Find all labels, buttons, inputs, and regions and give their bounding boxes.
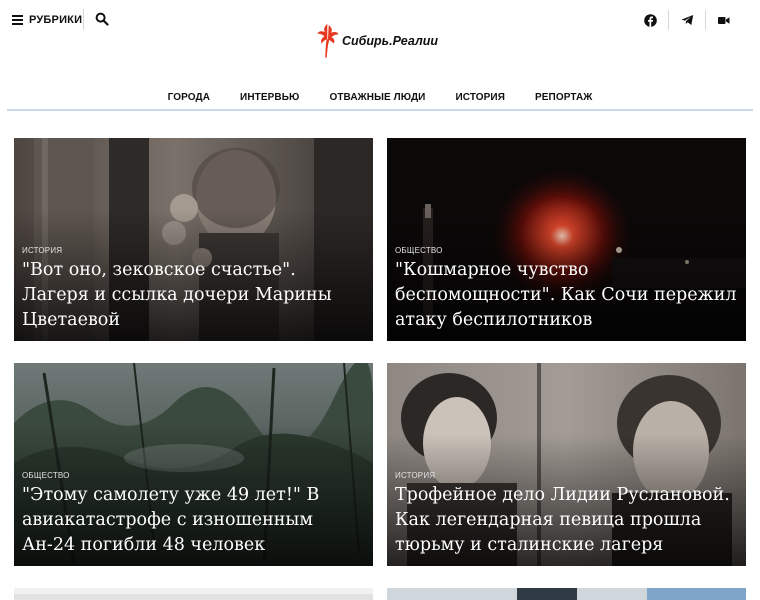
telegram-icon <box>681 15 693 25</box>
logo-text: Сибирь.Реалии <box>342 34 438 48</box>
social-divider <box>705 10 706 30</box>
article-photo <box>14 588 373 600</box>
article-text: ОБЩЕСТВО "Кошмарное чувство беспомощност… <box>395 246 740 333</box>
article-card[interactable]: ИСТОРИЯ "Вот оно, зековское счастье". Ла… <box>14 138 373 341</box>
article-category: ОБЩЕСТВО <box>395 246 443 255</box>
hamburger-icon <box>12 15 23 25</box>
rubrics-menu-button[interactable]: РУБРИКИ <box>12 12 82 28</box>
rubrics-menu-label: РУБРИКИ <box>29 14 83 26</box>
article-title[interactable]: "Кошмарное чувство беспомощности". Как С… <box>395 258 740 333</box>
article-category: ОБЩЕСТВО <box>22 471 70 480</box>
article-photo <box>387 588 746 600</box>
article-card[interactable]: ОБЩЕСТВО "Кошмарное чувство беспомощност… <box>387 138 746 341</box>
article-card[interactable]: ИСТОРИЯ Трофейное дело Лидии Руслановой.… <box>387 363 746 566</box>
article-card[interactable] <box>14 588 373 600</box>
nav-item-interview[interactable]: ИНТЕРВЬЮ <box>240 88 299 108</box>
article-text: ИСТОРИЯ Трофейное дело Лидии Руслановой.… <box>395 471 740 558</box>
article-card[interactable] <box>387 588 746 600</box>
site-logo[interactable]: Сибирь.Реалии <box>316 14 438 66</box>
article-category: ИСТОРИЯ <box>395 471 436 480</box>
nav-item-brave-people[interactable]: ОТВАЖНЫЕ ЛЮДИ <box>329 88 425 108</box>
article-title[interactable]: "Вот оно, зековское счастье". Лагеря и с… <box>22 258 367 333</box>
header-divider <box>83 9 84 30</box>
article-card[interactable]: ОБЩЕСТВО "Этому самолету уже 49 лет!" В … <box>14 363 373 566</box>
video-icon <box>718 16 730 24</box>
main-nav: ГОРОДА ИНТЕРВЬЮ ОТВАЖНЫЕ ЛЮДИ ИСТОРИЯ РЕ… <box>0 88 760 108</box>
nav-item-cities[interactable]: ГОРОДА <box>168 88 210 108</box>
facebook-link[interactable] <box>642 12 658 28</box>
article-text: ИСТОРИЯ "Вот оно, зековское счастье". Ла… <box>22 246 367 333</box>
search-button[interactable] <box>95 12 109 26</box>
article-title[interactable]: "Этому самолету уже 49 лет!" В авиакатас… <box>22 483 367 558</box>
facebook-icon <box>643 13 657 27</box>
article-text: ОБЩЕСТВО "Этому самолету уже 49 лет!" В … <box>22 471 367 558</box>
article-category: ИСТОРИЯ <box>22 246 63 255</box>
nav-item-history[interactable]: ИСТОРИЯ <box>455 88 505 108</box>
nav-underline <box>7 109 753 111</box>
telegram-link[interactable] <box>679 12 695 28</box>
article-title[interactable]: Трофейное дело Лидии Руслановой. Как лег… <box>395 483 740 558</box>
video-link[interactable] <box>716 12 732 28</box>
torch-logo-icon <box>317 23 339 58</box>
social-divider <box>668 10 669 30</box>
search-icon <box>95 12 109 26</box>
nav-item-reportage[interactable]: РЕПОРТАЖ <box>535 88 592 108</box>
